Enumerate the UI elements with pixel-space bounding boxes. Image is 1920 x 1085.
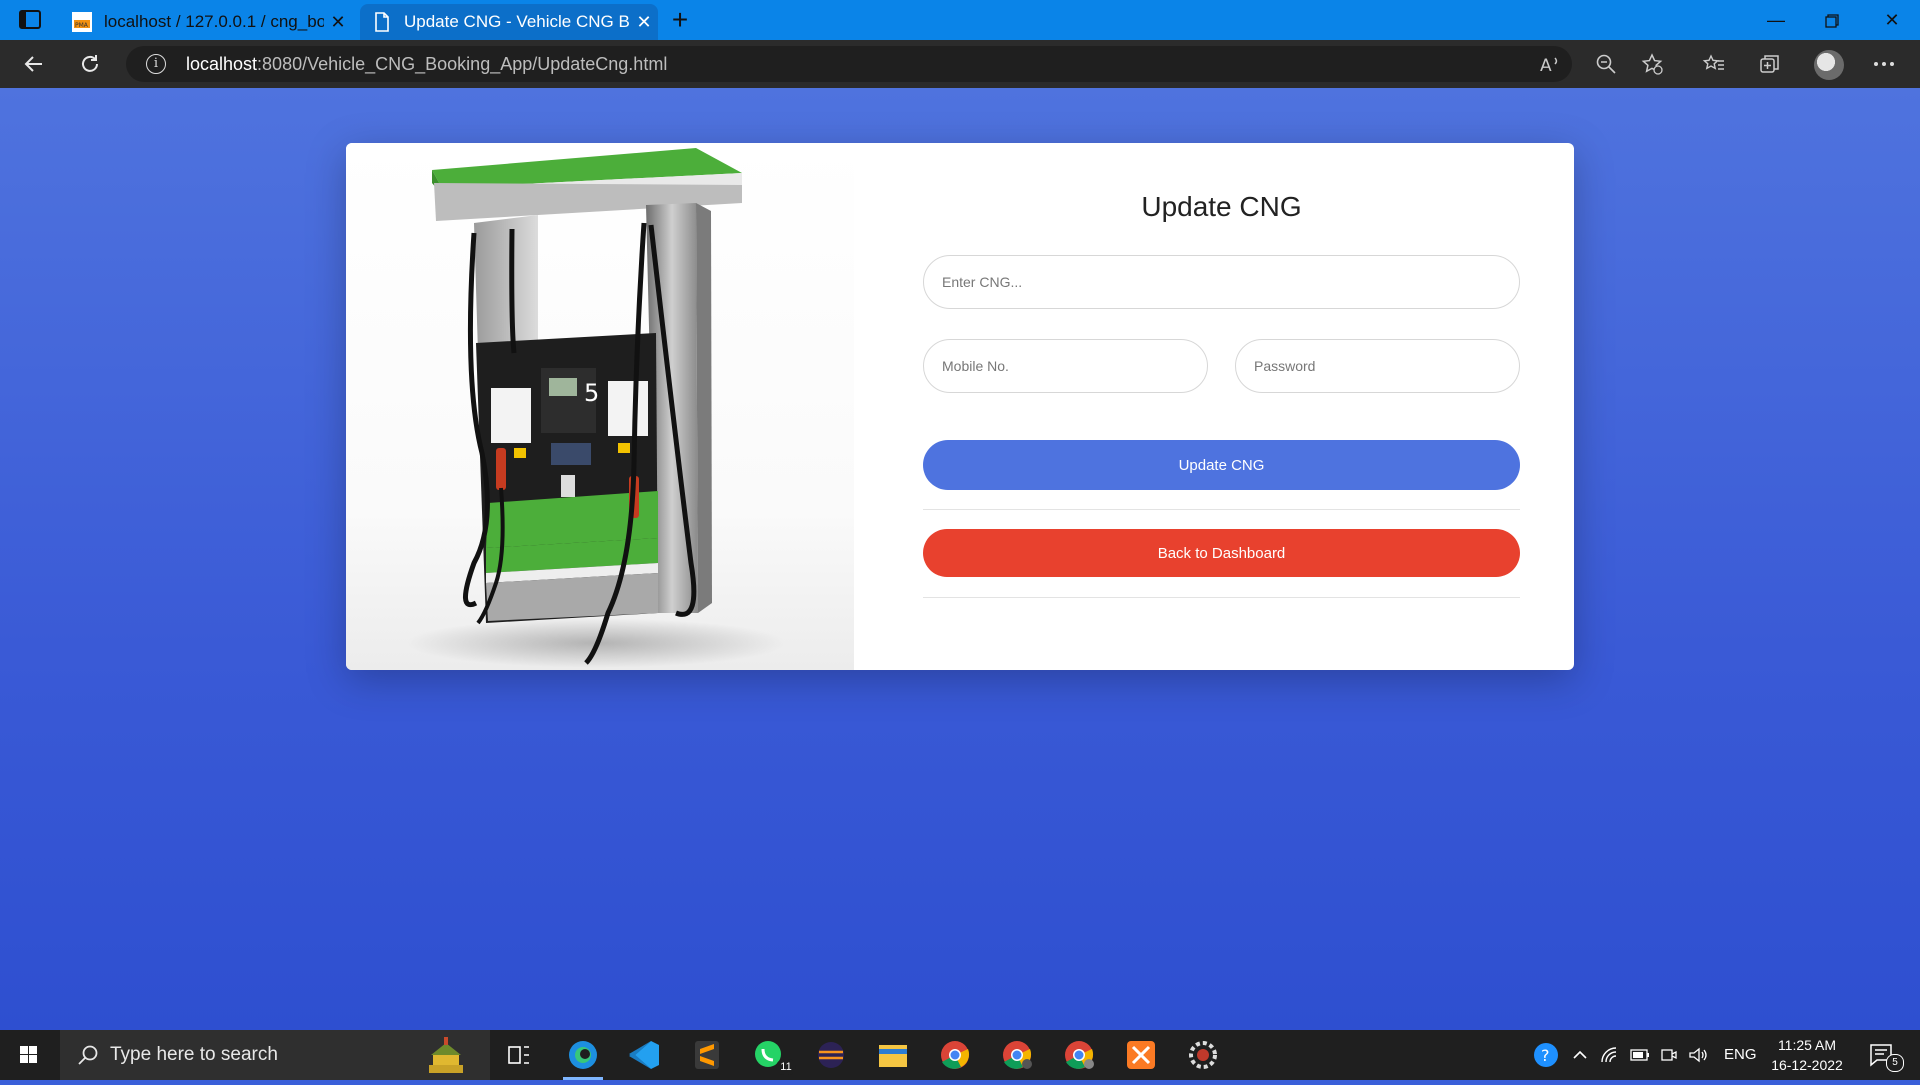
page-background: 5 Update CNG Update CNG [0, 88, 1920, 1030]
meet-now-icon[interactable] [1660, 1030, 1678, 1080]
mobile-number-input[interactable] [923, 339, 1208, 393]
chevron-up-icon[interactable] [1572, 1030, 1588, 1080]
restore-button[interactable] [1804, 0, 1860, 40]
search-highlight-icon [429, 1037, 463, 1073]
windows-start-icon[interactable] [0, 1030, 58, 1080]
whatsapp-badge: 11 [776, 1059, 796, 1075]
update-cng-button[interactable]: Update CNG [923, 440, 1520, 490]
windows-taskbar: Type here to search 11 ? ENG 11:25 AM 16… [0, 1030, 1920, 1080]
fuel-pump-illustration: 5 [406, 148, 786, 668]
chrome-profile2-app-icon[interactable] [1054, 1035, 1104, 1075]
zoom-out-icon[interactable] [1588, 46, 1624, 82]
notification-center-icon[interactable]: 5 [1868, 1030, 1904, 1080]
taskbar-search-box[interactable]: Type here to search [60, 1030, 490, 1080]
system-clock[interactable]: 11:25 AM 16-12-2022 [1766, 1035, 1848, 1075]
clock-date: 16-12-2022 [1771, 1057, 1843, 1073]
search-icon [78, 1045, 98, 1065]
tab-label: localhost / 127.0.0.1 / cng_booki [104, 12, 324, 31]
whatsapp-app-icon[interactable]: 11 [744, 1035, 796, 1075]
svg-text:A: A [1540, 56, 1552, 76]
settings-more-icon[interactable] [1866, 46, 1902, 82]
clock-time: 11:25 AM [1777, 1037, 1837, 1053]
chrome-app-icon[interactable] [930, 1035, 980, 1075]
new-tab-button[interactable]: + [664, 4, 696, 36]
battery-icon[interactable] [1630, 1030, 1650, 1080]
tab-update-cng[interactable]: Update CNG - Vehicle CNG Book ✕ [360, 4, 658, 40]
collections-icon[interactable] [1752, 46, 1788, 82]
tab-actions-icon[interactable] [18, 9, 42, 31]
sublime-app-icon[interactable] [682, 1035, 732, 1075]
read-aloud-icon[interactable]: A [1536, 50, 1564, 78]
cng-pump-image: 5 [346, 143, 854, 670]
chrome-profile-app-icon[interactable] [992, 1035, 1042, 1075]
cng-input[interactable] [923, 255, 1520, 309]
close-window-button[interactable]: ✕ [1864, 0, 1920, 40]
page-title: Update CNG [1141, 191, 1302, 222]
site-info-icon[interactable]: i [146, 54, 166, 74]
back-arrow-icon[interactable] [16, 46, 52, 82]
vscode-app-icon[interactable] [620, 1035, 670, 1075]
wifi-icon[interactable] [1600, 1030, 1620, 1080]
edge-app-icon[interactable] [558, 1035, 608, 1080]
address-bar: i localhost:8080/Vehicle_CNG_Booking_App… [0, 40, 1920, 88]
document-favicon-icon [375, 12, 389, 32]
divider [923, 509, 1520, 510]
eclipse-app-icon[interactable] [806, 1035, 856, 1075]
svg-text:PMA: PMA [75, 22, 89, 29]
divider [923, 597, 1520, 598]
url-field[interactable]: i localhost:8080/Vehicle_CNG_Booking_App… [126, 46, 1572, 82]
browser-tab-bar: PMA localhost / 127.0.0.1 / cng_booki ✕ … [0, 0, 1920, 40]
settings-gear-app-icon[interactable] [1178, 1035, 1228, 1075]
add-favorite-icon[interactable] [1634, 46, 1670, 82]
tab-phpmyadmin[interactable]: PMA localhost / 127.0.0.1 / cng_booki ✕ [60, 4, 352, 40]
help-icon[interactable]: ? [1532, 1030, 1560, 1080]
phpmyadmin-favicon-icon: PMA [72, 12, 92, 32]
task-view-icon[interactable] [494, 1035, 544, 1075]
password-input[interactable] [1235, 339, 1520, 393]
update-card: 5 Update CNG Update CNG [346, 143, 1574, 670]
volume-icon[interactable] [1688, 1030, 1708, 1080]
search-placeholder: Type here to search [110, 1044, 278, 1065]
xampp-app-icon[interactable] [1116, 1035, 1166, 1075]
profile-avatar[interactable] [1814, 50, 1844, 80]
file-explorer-app-icon[interactable] [868, 1035, 918, 1075]
svg-text:?: ? [1541, 1046, 1550, 1065]
notification-count-badge: 5 [1886, 1054, 1904, 1072]
favorites-icon[interactable] [1696, 46, 1732, 82]
url-text: localhost:8080/Vehicle_CNG_Booking_App/U… [186, 54, 668, 74]
refresh-icon[interactable] [72, 46, 108, 82]
back-to-dashboard-button[interactable]: Back to Dashboard [923, 529, 1520, 577]
svg-text:5: 5 [584, 379, 599, 407]
tab-close-icon[interactable]: ✕ [324, 12, 352, 33]
tab-close-icon[interactable]: ✕ [630, 12, 658, 33]
minimize-button[interactable]: — [1748, 0, 1804, 40]
tab-label: Update CNG - Vehicle CNG Book [404, 12, 630, 31]
language-indicator[interactable]: ENG [1724, 1030, 1757, 1080]
